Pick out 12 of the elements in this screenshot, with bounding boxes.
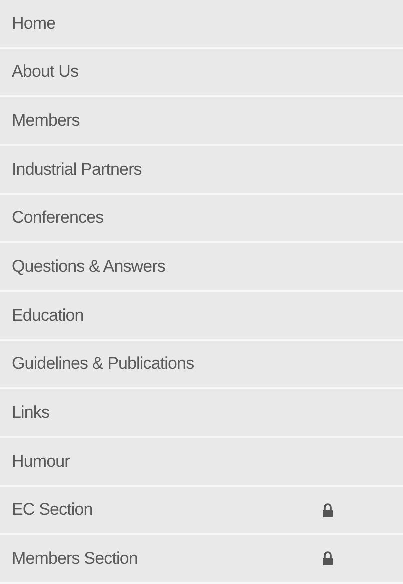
menu-link[interactable]: Home xyxy=(12,10,56,36)
menu-link[interactable]: Guidelines & Publications xyxy=(12,351,194,377)
menu-link[interactable]: Conferences xyxy=(12,205,104,231)
menu-link[interactable]: Links xyxy=(12,400,50,426)
menu-link[interactable]: Industrial Partners xyxy=(12,156,142,182)
menu-link[interactable]: EC Section xyxy=(12,497,93,523)
menu-link[interactable]: Questions & Answers xyxy=(12,254,166,280)
menu-link[interactable]: Members Section xyxy=(12,546,138,572)
menu-link[interactable]: About Us xyxy=(12,59,79,85)
menu-link[interactable]: Education xyxy=(12,302,84,328)
menu-link[interactable]: Members xyxy=(12,108,80,134)
menu-link[interactable]: Humour xyxy=(12,448,70,474)
